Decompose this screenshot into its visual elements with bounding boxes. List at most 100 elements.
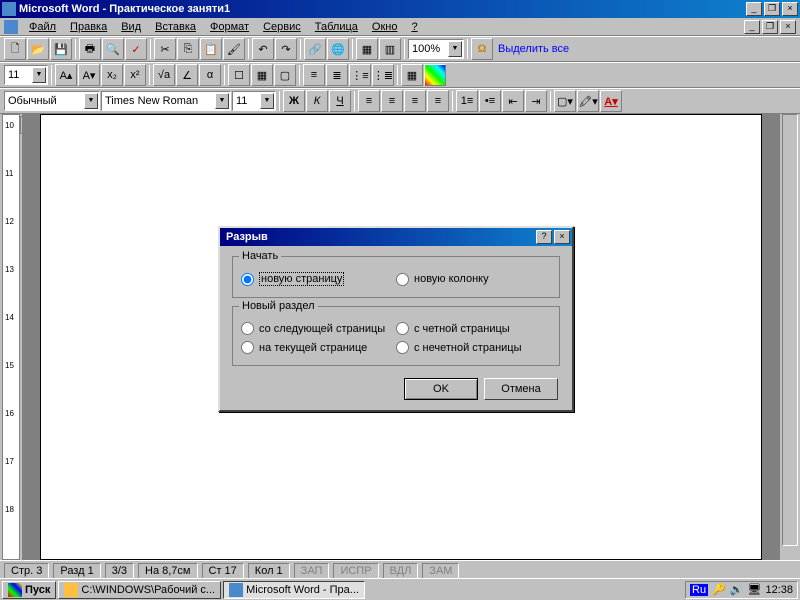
- status-ovr[interactable]: ЗАМ: [422, 563, 459, 579]
- start-button[interactable]: Пуск: [2, 581, 56, 599]
- outdent-icon[interactable]: ⇤: [502, 90, 524, 112]
- subscript-icon[interactable]: x₂: [101, 64, 123, 86]
- status-bar: Стр. 3 Разд 1 3/3 На 8,7см Ст 17 Кол 1 З…: [0, 560, 800, 580]
- web-toolbar-icon[interactable]: 🌐: [327, 38, 349, 60]
- radio-odd-page[interactable]: с нечетной страницы: [396, 338, 551, 357]
- font-combo[interactable]: Times New Roman▼: [101, 91, 231, 111]
- save-icon[interactable]: 💾: [50, 38, 72, 60]
- hyperlink-icon[interactable]: 🔗: [304, 38, 326, 60]
- close-button[interactable]: ×: [782, 2, 798, 16]
- zoom-combo[interactable]: 100%▼: [408, 39, 464, 59]
- paste-icon[interactable]: 📋: [200, 38, 222, 60]
- preview-icon[interactable]: 🔍: [102, 38, 124, 60]
- menu-bar: Файл Правка Вид Вставка Формат Сервис Та…: [0, 18, 800, 36]
- radio-new-column[interactable]: новую колонку: [396, 269, 551, 289]
- undo-icon[interactable]: ↶: [252, 38, 274, 60]
- bold-button[interactable]: Ж: [283, 90, 305, 112]
- tables-borders-icon[interactable]: ▦: [356, 38, 378, 60]
- menu-insert[interactable]: Вставка: [148, 19, 203, 35]
- superscript-icon[interactable]: x²: [124, 64, 146, 86]
- status-col: Кол 1: [248, 563, 290, 579]
- redo-icon[interactable]: ↷: [275, 38, 297, 60]
- border-none-icon[interactable]: ☐: [228, 64, 250, 86]
- tray-icon-2[interactable]: 🔊: [730, 583, 744, 596]
- taskbar-item-explorer[interactable]: C:\WINDOWS\Рабочий с...: [58, 581, 221, 599]
- menu-help[interactable]: ?: [404, 19, 424, 35]
- menu-view[interactable]: Вид: [114, 19, 148, 35]
- insert-table-icon[interactable]: ▥: [379, 38, 401, 60]
- menu-tools[interactable]: Сервис: [256, 19, 308, 35]
- highlight-icon[interactable]: 🖍▾: [577, 90, 599, 112]
- list2-icon[interactable]: ≣: [326, 64, 348, 86]
- tray-icon-3[interactable]: 🖥: [748, 583, 762, 596]
- dialog-close-button[interactable]: ×: [554, 230, 570, 244]
- align-left-icon[interactable]: ≡: [358, 90, 380, 112]
- vertical-scrollbar[interactable]: [782, 114, 798, 546]
- menu-format[interactable]: Формат: [203, 19, 256, 35]
- windows-logo-icon: [8, 583, 22, 597]
- taskbar-item-word[interactable]: Microsoft Word - Пра...: [223, 581, 365, 599]
- print-icon[interactable]: 🖶: [79, 38, 101, 60]
- cancel-button[interactable]: Отмена: [484, 378, 558, 400]
- radio-new-page[interactable]: новую страницу: [241, 269, 396, 289]
- taskbar: Пуск C:\WINDOWS\Рабочий с... Microsoft W…: [0, 578, 800, 600]
- status-trk[interactable]: ИСПР: [333, 563, 378, 579]
- doc-minimize-button[interactable]: _: [744, 20, 760, 34]
- table-icon[interactable]: ▦: [401, 64, 423, 86]
- italic-button[interactable]: К: [306, 90, 328, 112]
- borders-icon[interactable]: ▢▾: [554, 90, 576, 112]
- sqrt-icon[interactable]: √a: [153, 64, 175, 86]
- ok-button[interactable]: OK: [404, 378, 478, 400]
- lang-indicator[interactable]: Ru: [690, 584, 708, 596]
- menu-edit[interactable]: Правка: [63, 19, 114, 35]
- alpha-icon[interactable]: α: [199, 64, 221, 86]
- bullets-icon[interactable]: •≡: [479, 90, 501, 112]
- grow-font-icon[interactable]: A▴: [55, 64, 77, 86]
- list3-icon[interactable]: ⋮≡: [349, 64, 371, 86]
- align-right-icon[interactable]: ≡: [404, 90, 426, 112]
- menu-file[interactable]: Файл: [22, 19, 63, 35]
- radio-next-page[interactable]: со следующей страницы: [241, 319, 396, 338]
- status-rec[interactable]: ЗАП: [294, 563, 330, 579]
- vertical-ruler[interactable]: 101112131415161718: [2, 114, 20, 560]
- spellcheck-icon[interactable]: ✓: [125, 38, 147, 60]
- fontsize-combo[interactable]: 11▼: [232, 91, 276, 111]
- minimize-button[interactable]: _: [746, 2, 762, 16]
- numbering-icon[interactable]: 1≡: [456, 90, 478, 112]
- font-color-icon[interactable]: A▾: [600, 90, 622, 112]
- format-painter-icon[interactable]: 🖌: [223, 38, 245, 60]
- border-out-icon[interactable]: ▢: [274, 64, 296, 86]
- formatting-toolbar: Обычный▼ Times New Roman▼ 11▼ Ж К Ч ≡ ≡ …: [0, 88, 800, 114]
- status-at: На 8,7см: [138, 563, 197, 579]
- cut-icon[interactable]: ✂: [154, 38, 176, 60]
- list1-icon[interactable]: ≡: [303, 64, 325, 86]
- dialog-help-button[interactable]: ?: [536, 230, 552, 244]
- open-icon[interactable]: 📂: [27, 38, 49, 60]
- select-all-link[interactable]: Выделить все: [494, 43, 573, 55]
- system-tray[interactable]: Ru 🔑 🔊 🖥 12:38: [685, 581, 798, 599]
- doc-restore-button[interactable]: ❐: [762, 20, 778, 34]
- indent-icon[interactable]: ⇥: [525, 90, 547, 112]
- copy-icon[interactable]: ⎘: [177, 38, 199, 60]
- style-combo[interactable]: Обычный▼: [4, 91, 100, 111]
- list4-icon[interactable]: ⋮≣: [372, 64, 394, 86]
- restore-button[interactable]: ❐: [764, 2, 780, 16]
- menu-table[interactable]: Таблица: [308, 19, 365, 35]
- new-doc-icon[interactable]: 🗋: [4, 38, 26, 60]
- doc-close-button[interactable]: ×: [780, 20, 796, 34]
- menu-window[interactable]: Окно: [365, 19, 405, 35]
- color-table-icon[interactable]: [424, 64, 446, 86]
- align-center-icon[interactable]: ≡: [381, 90, 403, 112]
- align-justify-icon[interactable]: ≡: [427, 90, 449, 112]
- border-all-icon[interactable]: ▦: [251, 64, 273, 86]
- radio-even-page[interactable]: с четной страницы: [396, 319, 551, 338]
- radio-continuous[interactable]: на текущей странице: [241, 338, 396, 357]
- size2-combo[interactable]: 11▼: [4, 65, 48, 85]
- underline-button[interactable]: Ч: [329, 90, 351, 112]
- angle-icon[interactable]: ∠: [176, 64, 198, 86]
- status-ext[interactable]: ВДЛ: [383, 563, 419, 579]
- shrink-font-icon[interactable]: A▾: [78, 64, 100, 86]
- symbol-icon[interactable]: Ω: [471, 38, 493, 60]
- tray-icon-1[interactable]: 🔑: [712, 583, 726, 596]
- clock[interactable]: 12:38: [765, 584, 793, 596]
